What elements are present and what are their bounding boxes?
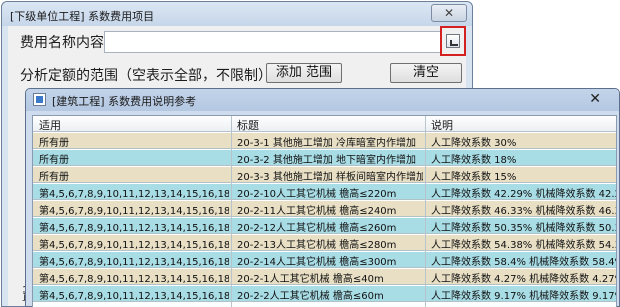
row-title-cell: 20-3-3 其他施工增加 样板间暗室内作增加 [237, 172, 423, 183]
browse-reference-button[interactable] [440, 26, 466, 56]
row-scope-cell: 第4,5,6,7,8,9,10,11,12,13,14,15,16,18册 [39, 274, 229, 285]
reference-dialog: [建筑工程] 系数费用说明参考 ✕ 适用 标题 说明 所有册 20-3-1 其他施… [25, 88, 620, 307]
table-row[interactable]: 第4,5,6,7,8,9,10,11,12,13,14,15,16,18册 20-… [33, 235, 616, 251]
row-description-cell: 人工降效系数 4.27% 机械降效系数 4.27% [431, 274, 617, 285]
column-header-scope[interactable]: 适用 [39, 117, 61, 133]
row-description-cell: 人工降效系数 50.35% 机械降效系数 50.35% [431, 223, 617, 234]
reference-close-icon[interactable]: ✕ [589, 89, 601, 109]
row-description-cell: 人工降效系数 42.29% 机械降效系数 42.29% [431, 189, 617, 200]
row-description-cell: 人工降效系数 54.38% 机械降效系数 54.38% [431, 240, 617, 251]
reference-dialog-titlebar[interactable]: [建筑工程] 系数费用说明参考 ✕ [26, 89, 619, 111]
cost-name-input[interactable] [104, 31, 444, 53]
app-icon [33, 93, 46, 106]
clear-button[interactable]: 清空 [390, 63, 462, 83]
row-description-cell: 人工降效系数 15% [431, 172, 517, 183]
table-row[interactable]: 所有册 20-3-3 其他施工增加 样板间暗室内作增加 人工降效系数 15% [33, 167, 616, 183]
row-scope-cell: 第4,5,6,7,8,9,10,11,12,13,14,15,16,18册 [39, 189, 229, 200]
browse-icon [446, 34, 460, 48]
row-title-cell: 20-3-2 其他施工增加 地下暗室内作增加 [237, 155, 417, 166]
row-title-cell: 20-2-12人工其它机械 檐高≤260m [237, 223, 397, 234]
row-description-cell: 人工降效系数 18% [431, 155, 517, 166]
row-description-cell: 人工降效系数 46.33% 机械降效系数 46.33% [431, 206, 617, 217]
row-description-cell: 人工降效系数 30% [431, 138, 517, 149]
row-title-cell: 20-2-2人工其它机械 檐高≤60m [237, 291, 384, 302]
row-scope-cell: 第4,5,6,7,8,9,10,11,12,13,14,15,16,18册 [39, 257, 229, 268]
cost-name-label: 费用名称内容 [20, 35, 104, 51]
row-scope-cell: 第4,5,6,7,8,9,10,11,12,13,14,15,16,18册 [39, 291, 229, 302]
reference-dialog-title: [建筑工程] 系数费用说明参考 [52, 95, 197, 108]
table-row[interactable]: 第4,5,6,7,8,9,10,11,12,13,14,15,16,18册 20-… [33, 201, 616, 217]
row-scope-cell: 所有册 [39, 155, 69, 166]
row-scope-cell: 所有册 [39, 172, 69, 183]
row-description-cell: 人工降效系数 9.17% 机械降效系数 9.17% [431, 291, 617, 302]
row-scope-cell: 所有册 [39, 138, 69, 149]
table-row[interactable]: 第4,5,6,7,8,9,10,11,12,13,14,15,16,18册 20-… [33, 184, 616, 200]
column-header-title[interactable]: 标题 [237, 117, 259, 133]
column-header-description[interactable]: 说明 [431, 117, 453, 133]
add-range-button[interactable]: 添加 范围 [266, 63, 342, 83]
row-title-cell: 20-2-13人工其它机械 檐高≤280m [237, 240, 397, 251]
row-scope-cell: 第4,5,6,7,8,9,10,11,12,13,14,15,16,18册 [39, 223, 229, 234]
table-row[interactable]: 第4,5,6,7,8,9,10,11,12,13,14,15,16,18册 20-… [33, 286, 616, 302]
table-row[interactable]: 第4,5,6,7,8,9,10,11,12,13,14,15,16,18册 20-… [33, 218, 616, 234]
quota-range-label: 分析定额的范围（空表示全部，不限制） [20, 68, 272, 84]
parent-dialog-title: [下级单位工程] 系数费用项目 [10, 10, 155, 23]
column-divider [425, 116, 426, 307]
table-row[interactable]: 第4,5,6,7,8,9,10,11,12,13,14,15,16,18册 20-… [33, 269, 616, 285]
row-title-cell: 20-2-1人工其它机械 檐高≤40m [237, 274, 384, 285]
table-row[interactable]: 所有册 20-3-2 其他施工增加 地下暗室内作增加 人工降效系数 18% [33, 150, 616, 166]
row-scope-cell: 第4,5,6,7,8,9,10,11,12,13,14,15,16,18册 [39, 240, 229, 251]
row-title-cell: 20-2-14人工其它机械 檐高≤300m [237, 257, 397, 268]
row-title-cell: 20-2-11人工其它机械 檐高≤240m [237, 206, 397, 217]
grid-header: 适用 标题 说明 [33, 116, 616, 132]
table-row[interactable]: 所有册 20-3-1 其他施工增加 冷库暗室内作增加 人工降效系数 30% [33, 133, 616, 149]
row-title-cell: 20-3-1 其他施工增加 冷库暗室内作增加 [237, 138, 417, 149]
table-row[interactable]: 第4,5,6,7,8,9,10,11,12,13,14,15,16,18册 20-… [33, 252, 616, 268]
row-scope-cell: 第4,5,6,7,8,9,10,11,12,13,14,15,16,18册 [39, 206, 229, 217]
parent-close-icon[interactable]: ✕ [431, 4, 467, 22]
reference-grid: 适用 标题 说明 所有册 20-3-1 其他施工增加 冷库暗室内作增加 人工降效系数… [32, 115, 617, 307]
parent-dialog-titlebar[interactable]: [下级单位工程] 系数费用项目 ✕ [2, 2, 472, 26]
row-description-cell: 人工降效系数 58.4% 机械降效系数 58.4% [431, 257, 617, 268]
row-title-cell: 20-2-10人工其它机械 檐高≤220m [237, 189, 397, 200]
column-divider [231, 116, 232, 307]
